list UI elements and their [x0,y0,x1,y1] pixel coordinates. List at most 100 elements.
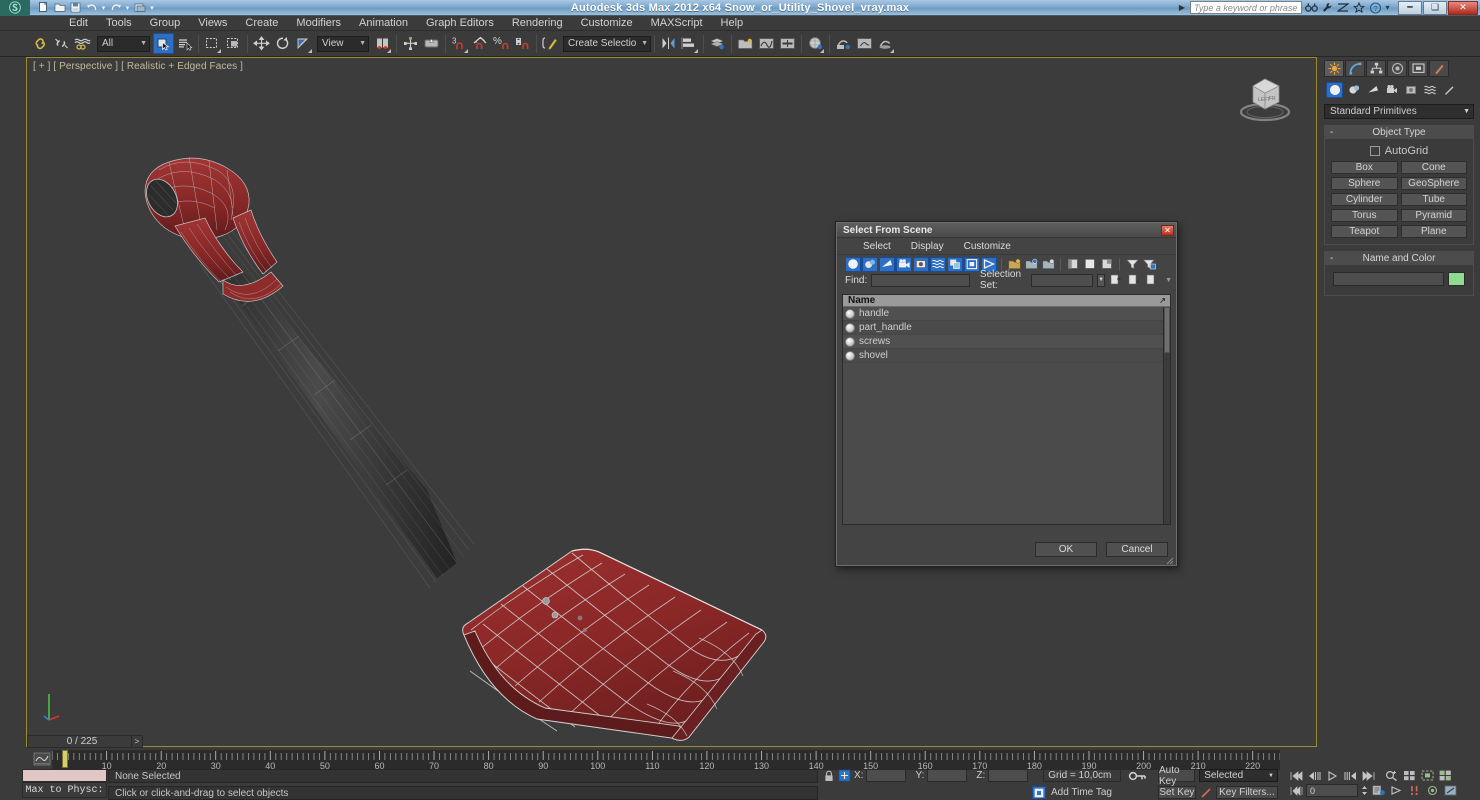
max-to-physx-label[interactable]: Max to Physc: [22,782,107,798]
key-mode-toggle-icon[interactable] [1124,769,1152,782]
orbit-icon[interactable] [1424,784,1440,797]
dialog-close-button[interactable]: ✕ [1161,224,1174,236]
menu-views[interactable]: Views [189,16,236,31]
rollout-minimize-icon[interactable]: - [1330,127,1333,138]
main-toolbar[interactable]: All ▼ View ▼ 3 % Create Selectio ▼ [0,31,1480,57]
display-helpers-toggle[interactable] [913,256,929,272]
dialog-menu-select[interactable]: Select [853,238,901,255]
systems-button[interactable] [1440,82,1457,98]
select-and-link-icon[interactable] [30,33,51,54]
utilities-tab[interactable] [1429,60,1449,77]
selection-set-dropdown-icon[interactable]: ▼ [1097,273,1106,287]
view-cube[interactable]: LEFT FR [1236,74,1294,122]
key-filters-button[interactable]: Key Filters... [1215,786,1278,799]
goto-start-button[interactable] [1288,769,1304,782]
scene-object-list[interactable]: Name ↗ handle part_handle screws shovel [842,294,1171,525]
favorites-star-icon[interactable] [1352,1,1366,15]
use-pivot-point-center-icon[interactable] [372,33,393,54]
exchange-icon[interactable] [1336,1,1350,15]
frame-counter[interactable]: 0 / 225 [27,735,137,748]
reference-coordinate-system-dropdown[interactable]: View ▼ [317,35,369,52]
wrench-icon[interactable] [1320,1,1334,15]
select-and-rotate-icon[interactable] [272,33,293,54]
space-warps-button[interactable] [1421,82,1438,98]
menu-bar[interactable]: Edit Tools Group Views Create Modifiers … [0,16,1480,31]
z-field[interactable] [988,769,1029,782]
create-geosphere-button[interactable]: GeoSphere [1400,177,1467,190]
qat-customize-icon[interactable]: ▾ [148,1,156,15]
create-tab[interactable] [1324,60,1344,77]
rectangular-selection-region-icon[interactable] [202,33,223,54]
undo-dropdown-icon[interactable]: ▾ [100,1,107,15]
select-and-move-icon[interactable] [251,33,272,54]
filter-clear-icon[interactable] [1141,257,1157,272]
create-cone-button[interactable]: Cone [1400,161,1467,174]
list-item[interactable]: handle [843,307,1170,321]
create-teapot-button[interactable]: Teapot [1331,225,1398,238]
object-category-buttons[interactable] [1318,79,1480,101]
key-mode-toggle-button[interactable] [1288,784,1304,797]
list-item[interactable]: part_handle [843,321,1170,335]
goto-end-button[interactable] [1360,769,1376,782]
infocenter-expand-icon[interactable]: ▶ [1176,3,1188,12]
dialog-find-row[interactable]: Find: Selection Set: ▼ ▼ [837,269,1176,291]
quick-access-toolbar[interactable]: ▾ ▾ ▾ [30,1,156,15]
menu-modifiers[interactable]: Modifiers [287,16,350,31]
mirror-icon[interactable] [658,33,679,54]
keyboard-shortcut-override-icon[interactable] [421,33,442,54]
play-button[interactable] [1324,769,1340,782]
redo-dropdown-icon[interactable]: ▾ [124,1,131,15]
set-key-button[interactable]: Set Key [1158,786,1196,799]
display-xrefs-toggle[interactable] [964,256,980,272]
help-question-icon[interactable]: ? [1368,1,1382,15]
shapes-button[interactable] [1345,82,1362,98]
time-configuration-icon[interactable] [1370,784,1386,797]
name-and-color-row[interactable] [1331,269,1467,289]
named-selection-sets-combo[interactable]: Create Selection Se ▼ [563,35,651,52]
create-tube-button[interactable]: Tube [1400,193,1467,206]
select-and-manipulate-icon[interactable] [400,33,421,54]
absolute-relative-mode-icon[interactable] [838,769,851,782]
set-project-folder-icon[interactable] [132,1,147,15]
undo-icon[interactable] [84,1,99,15]
display-geometry-toggle[interactable] [845,256,861,272]
lock-selection-icon[interactable] [822,769,835,782]
create-plane-button[interactable]: Plane [1400,225,1467,238]
time-slider-handle[interactable] [62,750,68,768]
unlink-selection-icon[interactable] [51,33,72,54]
add-selection-set-icon[interactable] [1127,273,1141,288]
create-pyramid-button[interactable]: Pyramid [1400,209,1467,222]
dialog-menu-display[interactable]: Display [901,238,954,255]
cancel-button[interactable]: Cancel [1106,542,1168,557]
rollout-minimize-icon[interactable]: - [1330,253,1333,264]
menu-rendering[interactable]: Rendering [503,16,572,31]
select-by-set-icon[interactable] [1109,273,1123,288]
display-cameras-toggle[interactable] [896,256,912,272]
zoom-extents-icon[interactable] [1419,769,1435,782]
autogrid-checkbox[interactable] [1369,146,1380,156]
create-sphere-button[interactable]: Sphere [1331,177,1398,190]
dialog-action-buttons[interactable]: OK Cancel [1035,542,1168,557]
snaps-toggle-icon[interactable]: 3 [449,33,470,54]
helpers-button[interactable] [1402,82,1419,98]
rendered-frame-window-icon[interactable] [854,33,875,54]
minimize-button[interactable]: ━ [1398,0,1422,15]
dialog-title-bar[interactable]: Select From Scene ✕ [837,223,1176,238]
spinner-arrows-icon[interactable] [1360,784,1368,797]
auto-key-filter-combo[interactable]: Selected ▼ [1199,769,1278,782]
find-input[interactable] [871,273,970,287]
timeline-ruler[interactable]: 10 20 30 40 50 60 70 80 90 100 110 120 130 140 150 160 1… [52,750,1280,770]
zoom-all-icon[interactable] [1401,769,1417,782]
rollout-name-and-color-header[interactable]: - Name and Color [1325,252,1473,265]
list-item[interactable]: screws [843,335,1170,349]
open-mini-curve-editor-icon[interactable] [33,751,51,767]
display-lights-toggle[interactable] [879,256,895,272]
add-time-tag-label[interactable]: Add Time Tag [1051,787,1112,798]
search-binoculars-icon[interactable] [1304,1,1318,15]
menu-graph-editors[interactable]: Graph Editors [417,16,503,31]
save-file-icon[interactable] [68,1,83,15]
playback-and-nav-controls[interactable]: 0 [1288,769,1458,797]
curve-editor-icon[interactable] [756,33,777,54]
display-tab[interactable] [1408,60,1428,77]
key-filter-stroke-icon[interactable] [1200,786,1212,799]
